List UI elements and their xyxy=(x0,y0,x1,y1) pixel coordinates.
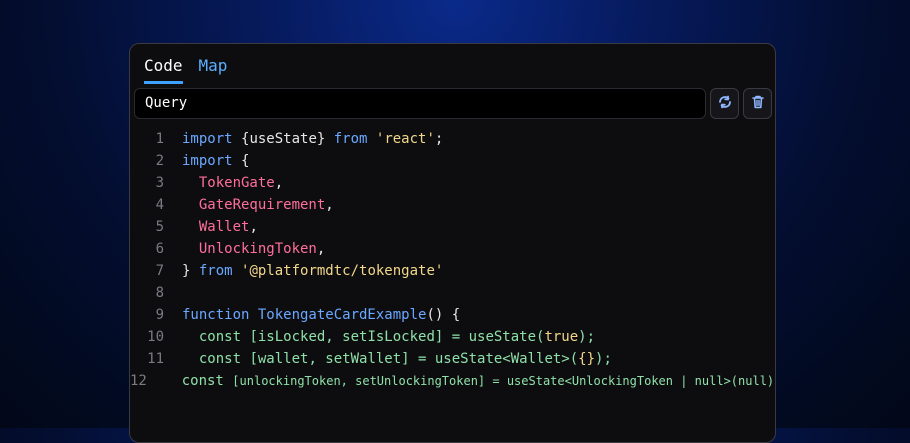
code-token: {} xyxy=(578,351,596,367)
code-token: {useState} xyxy=(241,131,334,147)
code-line: 9 function TokengateCardExample() { xyxy=(130,304,775,326)
code-text: GateRequirement, xyxy=(182,197,334,213)
code-token: from xyxy=(333,131,376,147)
code-text: Wallet, xyxy=(182,219,258,235)
code-line: 2 import { xyxy=(130,150,775,172)
code-line: 8 xyxy=(130,282,775,304)
line-number: 1 xyxy=(155,131,164,147)
code-token: () { xyxy=(426,307,461,323)
code-text: TokenGate, xyxy=(182,175,283,191)
code-text: const [unlockingToken, setUnlockingToken… xyxy=(164,373,776,389)
code-line: 5 Wallet, xyxy=(130,216,775,238)
tab-bar: Code Map xyxy=(144,56,227,84)
code-line: 7} from '@platformdtc/tokengate' xyxy=(130,260,775,282)
trash-icon xyxy=(750,94,766,114)
code-token: [unlockingToken, setUnlockingToken] = us… xyxy=(232,374,776,388)
code-line: 4 GateRequirement, xyxy=(130,194,775,216)
line-number: 4 xyxy=(155,197,164,213)
refresh-button[interactable] xyxy=(710,88,739,119)
code-token: Wallet xyxy=(198,219,250,235)
code-line: 12 const [unlockingToken, setUnlockingTo… xyxy=(130,370,775,392)
code-text: import {useState} from 'react'; xyxy=(182,131,443,147)
line-number: 6 xyxy=(155,241,164,257)
code-panel: Code Map Query 1 import {useState} from '… xyxy=(129,43,776,443)
code-line: 6 UnlockingToken, xyxy=(130,238,775,260)
line-number: 7 xyxy=(155,263,164,279)
code-text: const [isLocked, setIsLocked] = useState… xyxy=(182,329,595,345)
line-number: 12 xyxy=(130,373,147,389)
code-token: import xyxy=(182,131,242,147)
line-number: 5 xyxy=(155,219,164,235)
code-token: TokengateCardExample xyxy=(257,307,427,323)
code-token: , xyxy=(249,219,258,235)
code-token: GateRequirement xyxy=(198,197,326,213)
code-line: 10 const [isLocked, setIsLocked] = useSt… xyxy=(130,326,775,348)
code-token: { xyxy=(241,153,250,169)
code-token: [isLocked, setIsLocked] = useState( xyxy=(249,329,545,345)
code-token: , xyxy=(325,197,334,213)
code-token: import xyxy=(182,153,242,169)
code-token: UnlockingToken xyxy=(198,241,317,257)
code-token: const xyxy=(182,351,250,367)
code-token: [wallet, setWallet] = useState<Wallet>( xyxy=(249,351,579,367)
query-field[interactable]: Query xyxy=(134,88,706,119)
code-token: , xyxy=(274,175,284,191)
line-number: 11 xyxy=(147,351,164,367)
line-number: 10 xyxy=(147,329,164,345)
line-number: 3 xyxy=(155,175,164,191)
code-token: ; xyxy=(434,131,444,147)
tab-map[interactable]: Map xyxy=(199,56,228,84)
code-text: UnlockingToken, xyxy=(182,241,325,257)
code-line: 11 const [wallet, setWallet] = useState<… xyxy=(130,348,775,370)
code-token: const xyxy=(164,373,233,389)
line-number: 8 xyxy=(155,285,164,301)
refresh-cycle-icon xyxy=(717,94,733,114)
code-line: 3 TokenGate, xyxy=(130,172,775,194)
delete-button[interactable] xyxy=(743,88,772,119)
code-line: 1 import {useState} from 'react'; xyxy=(130,128,775,150)
code-token: ); xyxy=(578,329,596,345)
line-number: 2 xyxy=(155,153,164,169)
code-editor[interactable]: 1 import {useState} from 'react'; 2 import … xyxy=(130,128,775,392)
code-text: import { xyxy=(182,153,249,169)
code-token: , xyxy=(316,241,326,257)
code-token: } xyxy=(182,263,199,279)
tab-code[interactable]: Code xyxy=(144,56,183,84)
code-token: ); xyxy=(595,351,612,367)
code-token: from xyxy=(198,263,242,279)
line-number: 9 xyxy=(155,307,164,323)
code-token: const xyxy=(182,329,250,345)
code-token: function xyxy=(182,307,258,323)
code-token: '@platformdtc/tokengate' xyxy=(241,263,444,279)
code-token: true xyxy=(544,329,579,345)
code-token: TokenGate xyxy=(198,175,275,191)
code-text: function TokengateCardExample() { xyxy=(182,307,460,323)
code-text: } from '@platformdtc/tokengate' xyxy=(182,263,443,279)
code-text: const [wallet, setWallet] = useState<Wal… xyxy=(182,351,612,367)
code-token: 'react' xyxy=(375,131,435,147)
